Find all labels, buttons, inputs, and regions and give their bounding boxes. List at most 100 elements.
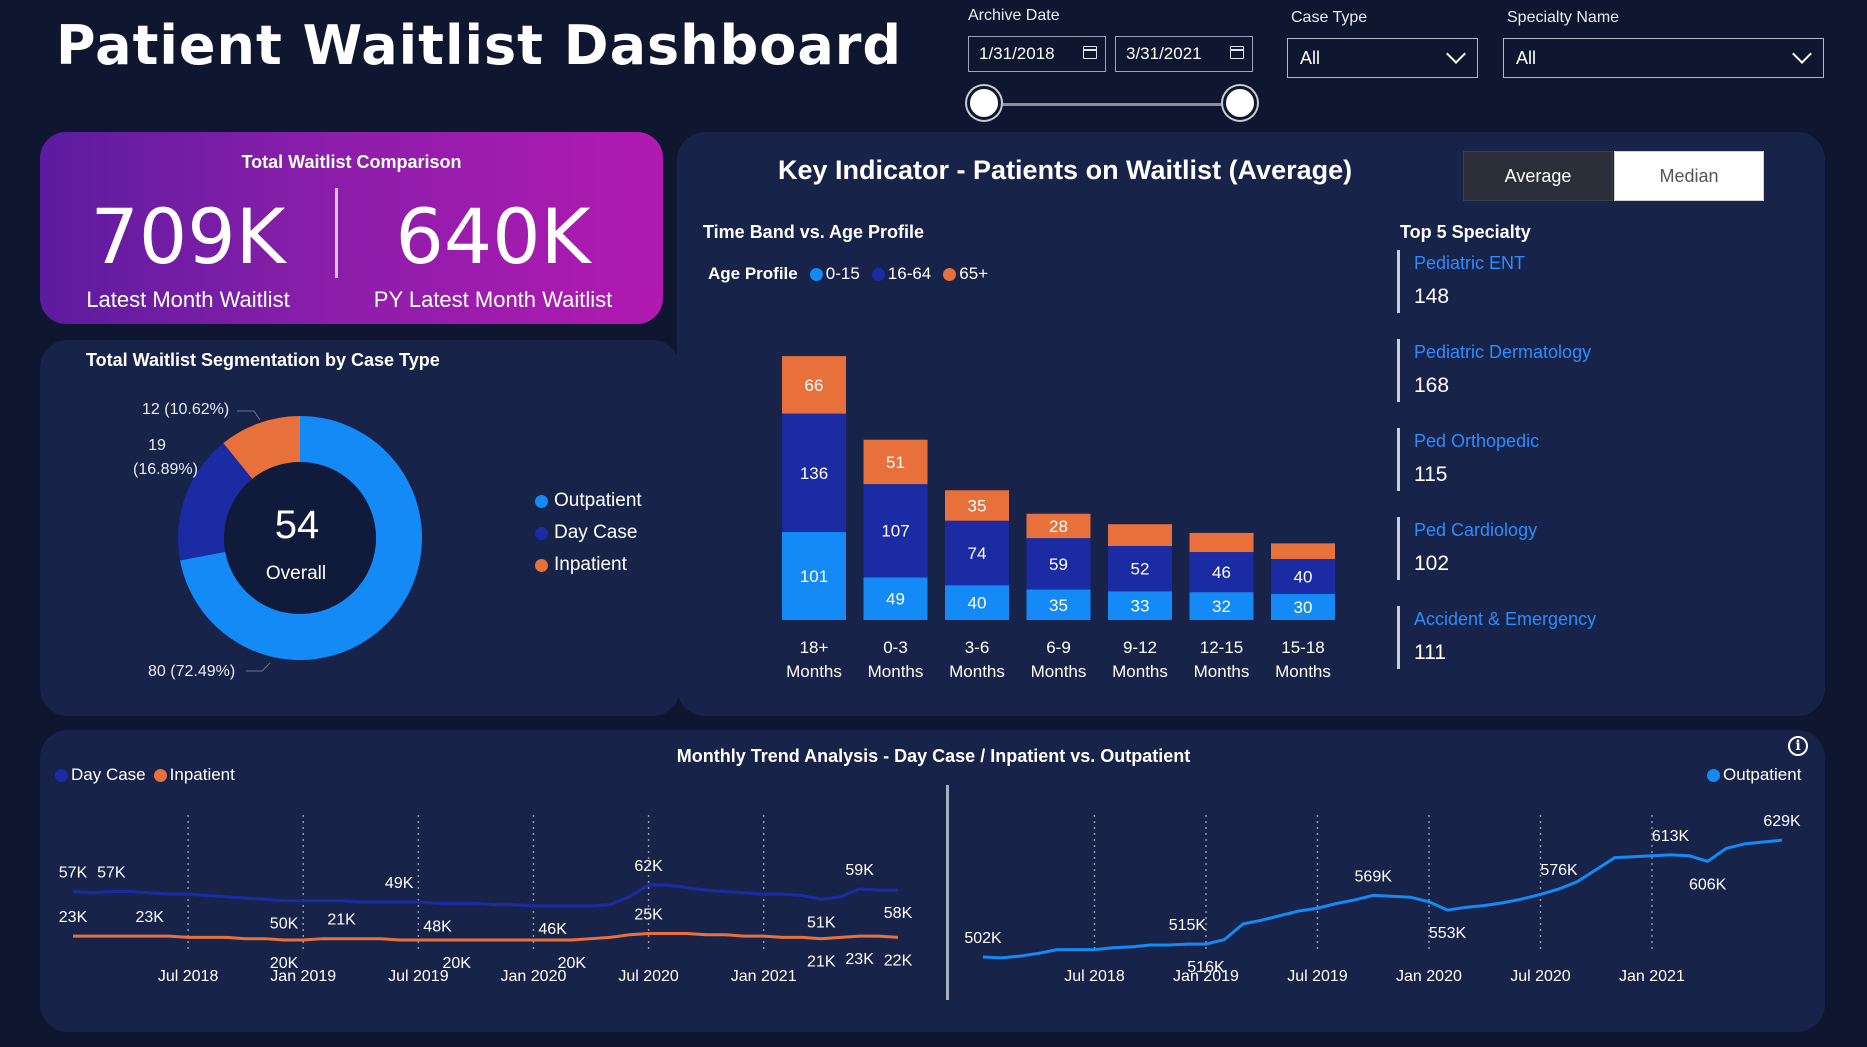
data-label: 23K bbox=[136, 909, 165, 926]
x-tick-label: 0-3 bbox=[883, 638, 908, 657]
donut-center-label: Overall bbox=[266, 563, 326, 584]
data-label: 20K bbox=[558, 955, 587, 972]
bar-data-label: 136 bbox=[800, 464, 828, 483]
date-range-slider-track[interactable] bbox=[986, 103, 1240, 106]
data-label: 57K bbox=[97, 865, 126, 882]
data-label: 23K bbox=[59, 909, 88, 926]
data-label: 613K bbox=[1652, 828, 1690, 845]
page-title: Patient Waitlist Dashboard bbox=[56, 14, 903, 77]
leader-line bbox=[237, 410, 261, 421]
x-tick-label: 18+ bbox=[800, 638, 829, 657]
bar-data-label: 40 bbox=[1294, 567, 1313, 586]
legend-item-0-15[interactable]: 0-15 bbox=[809, 264, 860, 284]
specialty-divider bbox=[1397, 339, 1400, 402]
bar-data-label: 107 bbox=[881, 522, 909, 541]
data-label: 59K bbox=[845, 862, 874, 879]
bar-data-label: 66 bbox=[805, 376, 824, 395]
case-type-dropdown[interactable]: All bbox=[1287, 38, 1478, 78]
legend-item-65-plus[interactable]: 65+ bbox=[943, 264, 988, 284]
legend-title: Age Profile bbox=[708, 264, 798, 283]
data-label: 516K bbox=[1187, 959, 1225, 976]
specialty-value: All bbox=[1516, 48, 1537, 68]
series-line-day-case[interactable] bbox=[72, 883, 898, 908]
legend-item-inpatient[interactable]: Inpatient bbox=[535, 554, 642, 576]
x-tick-label: 9-12 bbox=[1123, 638, 1157, 657]
bar-data-label: 51 bbox=[886, 453, 905, 472]
chevron-down-icon bbox=[1792, 44, 1812, 64]
info-icon[interactable]: i bbox=[1788, 736, 1808, 756]
bar-data-label: 35 bbox=[968, 496, 987, 515]
x-tick-label: Months bbox=[1275, 662, 1331, 681]
daycase-inpatient-line-chart: Jul 2018 Jan 2019 Jul 2019 Jan 2020 Jul 2020… bbox=[59, 815, 913, 985]
calendar-icon[interactable] bbox=[1230, 46, 1244, 59]
x-tick-label: Jan 2021 bbox=[1619, 968, 1685, 985]
latest-month-value: 709K bbox=[90, 192, 286, 281]
bar-marks: 101 136 66 18+ Months 49 107 51 0-3 Months 40 74 35 3… bbox=[782, 356, 1335, 681]
data-label: 515K bbox=[1169, 917, 1207, 934]
daycase-slice-percent: (16.89%) bbox=[133, 461, 198, 478]
x-tick-label: Months bbox=[786, 662, 842, 681]
time-band-chart-title: Time Band vs. Age Profile bbox=[703, 222, 925, 242]
x-tick-label: Jan 2021 bbox=[731, 968, 797, 985]
x-tick-label: Months bbox=[949, 662, 1005, 681]
age-profile-legend: Age Profile 0-15 16-64 65+ bbox=[708, 264, 988, 284]
data-label: 21K bbox=[807, 954, 836, 971]
legend-label: Day Case bbox=[554, 522, 638, 543]
bar-segment-65-plus[interactable] bbox=[1271, 543, 1335, 560]
x-tick-label: 15-18 bbox=[1281, 638, 1324, 657]
series-line-outpatient[interactable] bbox=[982, 838, 1783, 960]
median-toggle-button[interactable]: Median bbox=[1614, 151, 1764, 201]
x-tick-label: Jul 2020 bbox=[618, 968, 679, 985]
data-label: 576K bbox=[1540, 862, 1578, 879]
x-tick-label: Jul 2019 bbox=[388, 968, 449, 985]
bar-data-label: 28 bbox=[1049, 517, 1068, 536]
outpatient-line-chart: Jul 2018 Jan 2019 Jul 2019 Jan 2020 Jul 2020… bbox=[964, 813, 1801, 985]
bar-data-label: 32 bbox=[1212, 597, 1231, 616]
legend-item-outpatient[interactable]: Outpatient bbox=[535, 490, 642, 512]
trend-divider bbox=[946, 785, 949, 1000]
bar-segment-65-plus[interactable] bbox=[1108, 524, 1172, 546]
end-date-value: 3/31/2021 bbox=[1126, 44, 1202, 63]
bar-segment-65-plus[interactable] bbox=[1189, 532, 1254, 553]
chevron-down-icon bbox=[1446, 44, 1466, 64]
specialty-label: Specialty Name bbox=[1507, 9, 1620, 26]
x-tick-label: 12-15 bbox=[1200, 638, 1243, 657]
legend-label: Outpatient bbox=[554, 490, 642, 511]
case-type-value: All bbox=[1300, 48, 1321, 68]
x-tick-label: Months bbox=[1194, 662, 1250, 681]
bar-data-label: 35 bbox=[1049, 596, 1068, 615]
slider-end-handle[interactable] bbox=[1223, 86, 1257, 120]
stacked-bar-chart: 101 136 66 18+ Months 49 107 51 0-3 Months 40 74 35 3… bbox=[782, 356, 1335, 681]
calendar-icon[interactable] bbox=[1083, 46, 1097, 59]
bar-data-label: 101 bbox=[800, 567, 828, 586]
data-label: 46K bbox=[538, 921, 567, 938]
trend-title: Monthly Trend Analysis - Day Case / Inpa… bbox=[676, 746, 1191, 766]
legend-item-16-64[interactable]: 16-64 bbox=[871, 264, 931, 284]
specialty-name: Pediatric Dermatology bbox=[1414, 342, 1592, 362]
specialty-divider bbox=[1397, 517, 1400, 580]
data-label: 502K bbox=[964, 930, 1002, 947]
trend-left-marks: Jul 2018 Jan 2019 Jul 2019 Jan 2020 Jul 2020… bbox=[59, 815, 913, 985]
specialty-dropdown[interactable]: All bbox=[1503, 38, 1824, 78]
x-tick-label: Jan 2020 bbox=[501, 968, 567, 985]
x-tick-label: Months bbox=[1112, 662, 1168, 681]
start-date-input[interactable]: 1/31/2018 bbox=[968, 36, 1106, 72]
specialty-name: Accident & Emergency bbox=[1414, 609, 1597, 629]
data-label: 629K bbox=[1763, 813, 1801, 830]
data-label: 20K bbox=[442, 955, 471, 972]
bar-data-label: 74 bbox=[968, 544, 987, 563]
case-type-label: Case Type bbox=[1291, 9, 1368, 26]
x-tick-label: Months bbox=[1031, 662, 1087, 681]
series-line-inpatient[interactable] bbox=[73, 931, 899, 942]
kpi-title: Total Waitlist Comparison bbox=[241, 152, 462, 172]
data-label: 51K bbox=[807, 914, 836, 931]
slider-start-handle[interactable] bbox=[967, 86, 1001, 120]
x-tick-label: 6-9 bbox=[1046, 638, 1071, 657]
end-date-input[interactable]: 3/31/2021 bbox=[1115, 36, 1253, 72]
average-toggle-button[interactable]: Average bbox=[1463, 151, 1613, 201]
legend-item-day-case[interactable]: Day Case bbox=[535, 522, 642, 544]
daycase-slice-label: 19 bbox=[148, 437, 166, 454]
specialty-name: Pediatric ENT bbox=[1414, 253, 1526, 273]
kpi-card: Total Waitlist Comparison 709K Latest Mo… bbox=[40, 132, 663, 324]
specialty-value: 111 bbox=[1414, 641, 1446, 664]
